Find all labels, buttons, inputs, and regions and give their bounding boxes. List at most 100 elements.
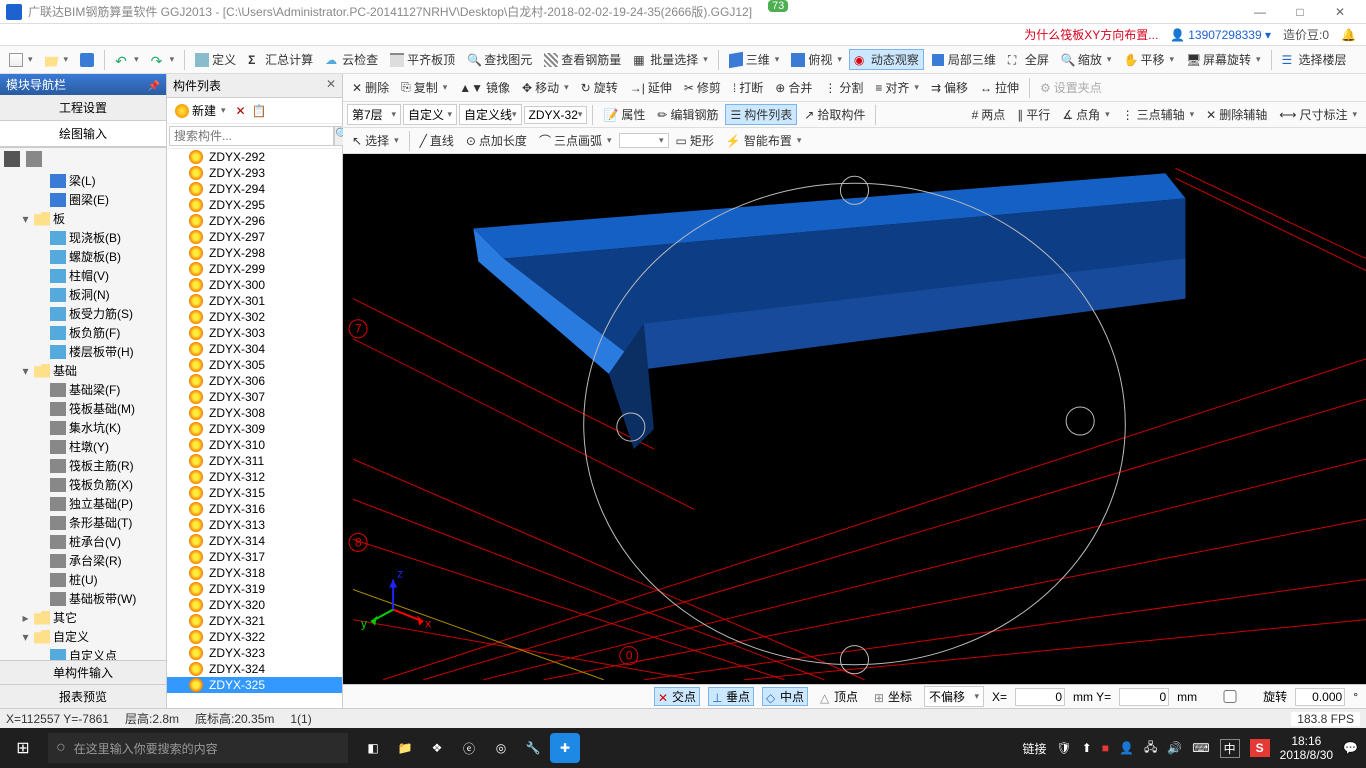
list-item[interactable]: ZDYX-323 bbox=[167, 645, 342, 661]
undo-button[interactable] bbox=[110, 51, 144, 69]
break-button[interactable]: ⁞ 打断 bbox=[728, 77, 768, 98]
angle-input[interactable] bbox=[1295, 688, 1345, 706]
list-item[interactable]: ZDYX-302 bbox=[167, 309, 342, 325]
fullscreen-button[interactable]: 全屏 bbox=[1003, 49, 1054, 70]
list-mode-icon[interactable] bbox=[26, 151, 42, 167]
tree-node[interactable]: 螺旋板(B) bbox=[2, 247, 164, 266]
list-item[interactable]: ZDYX-308 bbox=[167, 405, 342, 421]
list-item[interactable]: ZDYX-295 bbox=[167, 197, 342, 213]
select-tool-button[interactable]: ↖ 选择 bbox=[347, 130, 404, 151]
nav-tree[interactable]: 梁(L)圈梁(E)▾板现浇板(B)螺旋板(B)柱帽(V)板洞(N)板受力筋(S)… bbox=[0, 169, 166, 660]
snap-coord[interactable]: 坐标 bbox=[870, 687, 916, 706]
define-button[interactable]: 定义 bbox=[190, 49, 241, 70]
app-icon-3[interactable]: 🔧 bbox=[518, 733, 548, 763]
list-item[interactable]: ZDYX-320 bbox=[167, 597, 342, 613]
list-item[interactable]: ZDYX-307 bbox=[167, 389, 342, 405]
promo-link[interactable]: 为什么筏板XY方向布置... bbox=[1024, 26, 1158, 43]
type-select[interactable]: 自定义线 bbox=[459, 104, 522, 125]
app-icon-2[interactable]: ◎ bbox=[486, 733, 516, 763]
tree-node[interactable]: 筏板基础(M) bbox=[2, 399, 164, 418]
list-item[interactable]: ZDYX-312 bbox=[167, 469, 342, 485]
open-file-button[interactable] bbox=[40, 51, 74, 69]
list-item[interactable]: ZDYX-303 bbox=[167, 325, 342, 341]
clock[interactable]: 18:162018/8/30 bbox=[1280, 734, 1333, 763]
smart-layout-button[interactable]: ⚡ 智能布置 bbox=[721, 130, 807, 151]
minimize-button[interactable]: — bbox=[1240, 5, 1280, 19]
close-list-icon[interactable] bbox=[326, 77, 336, 94]
tree-node[interactable]: 板洞(N) bbox=[2, 285, 164, 304]
list-item[interactable]: ZDYX-309 bbox=[167, 421, 342, 437]
list-item[interactable]: ZDYX-314 bbox=[167, 533, 342, 549]
line-tool-button[interactable]: ╱ 直线 bbox=[415, 130, 459, 151]
list-item[interactable]: ZDYX-319 bbox=[167, 581, 342, 597]
list-item[interactable]: ZDYX-310 bbox=[167, 437, 342, 453]
parallel-button[interactable]: ∥ 平行 bbox=[1012, 104, 1055, 125]
tab-report-preview[interactable]: 报表预览 bbox=[0, 684, 166, 708]
list-item[interactable]: ZDYX-298 bbox=[167, 245, 342, 261]
snap-vertex[interactable]: 顶点 bbox=[816, 687, 862, 706]
list-item[interactable]: ZDYX-318 bbox=[167, 565, 342, 581]
tree-node[interactable]: 条形基础(T) bbox=[2, 513, 164, 532]
tree-node[interactable]: 板受力筋(S) bbox=[2, 304, 164, 323]
task-view-icon[interactable]: ◧ bbox=[358, 733, 388, 763]
copy-button[interactable]: ⎘ 复制 bbox=[396, 77, 452, 98]
tree-node[interactable]: 自定义点 bbox=[2, 646, 164, 660]
copy-member-button[interactable] bbox=[252, 104, 267, 118]
new-file-button[interactable] bbox=[4, 51, 38, 69]
ime-app-icon[interactable]: S bbox=[1250, 739, 1270, 757]
tree-node[interactable]: 桩承台(V) bbox=[2, 532, 164, 551]
tree-mode-icon[interactable] bbox=[4, 151, 20, 167]
pin-icon[interactable] bbox=[148, 78, 160, 92]
list-item[interactable]: ZDYX-297 bbox=[167, 229, 342, 245]
category-select[interactable]: 自定义 bbox=[403, 104, 457, 125]
dimension-button[interactable]: ⟷ 尺寸标注 bbox=[1274, 104, 1362, 125]
split-button[interactable]: ⋮ 分割 bbox=[819, 77, 868, 98]
list-item[interactable]: ZDYX-322 bbox=[167, 629, 342, 645]
new-member-button[interactable]: 新建 bbox=[171, 101, 230, 120]
member-list-button[interactable]: ☰ 构件列表 bbox=[725, 104, 797, 125]
list-item[interactable]: ZDYX-315 bbox=[167, 485, 342, 501]
tab-single-input[interactable]: 单构件输入 bbox=[0, 660, 166, 684]
action-center-icon[interactable]: 💬 bbox=[1343, 741, 1358, 755]
cloud-check-button[interactable]: 云检查 bbox=[320, 49, 383, 70]
rotate-checkbox[interactable] bbox=[1205, 690, 1255, 703]
search-input[interactable] bbox=[169, 126, 334, 146]
tree-node[interactable]: 独立基础(P) bbox=[2, 494, 164, 513]
list-item[interactable]: ZDYX-300 bbox=[167, 277, 342, 293]
screen-rotate-button[interactable]: 屏幕旋转 bbox=[1181, 49, 1266, 70]
move-button[interactable]: ✥ 移动 bbox=[517, 77, 574, 98]
offset-button[interactable]: ⇉ 偏移 bbox=[926, 77, 973, 98]
x-input[interactable] bbox=[1015, 688, 1065, 706]
notification-badge[interactable]: 73 bbox=[768, 0, 788, 12]
list-item[interactable]: ZDYX-296 bbox=[167, 213, 342, 229]
save-button[interactable] bbox=[75, 51, 99, 69]
tray-icon-1[interactable]: 🛡 bbox=[1056, 741, 1071, 755]
list-item[interactable]: ZDYX-293 bbox=[167, 165, 342, 181]
tray-link[interactable]: 链接 bbox=[1022, 740, 1046, 757]
coin-balance[interactable]: 造价豆:0 bbox=[1283, 26, 1329, 43]
tray-icon-2[interactable]: ⬆ bbox=[1082, 741, 1092, 755]
bell-icon[interactable] bbox=[1341, 28, 1356, 42]
delete-member-button[interactable] bbox=[232, 104, 250, 118]
point-length-button[interactable]: ⊙ 点加长度 bbox=[461, 130, 532, 151]
rotate-button[interactable]: ↻ 旋转 bbox=[576, 77, 623, 98]
list-item[interactable]: ZDYX-299 bbox=[167, 261, 342, 277]
point-angle-button[interactable]: ∡ 点角 bbox=[1057, 104, 1114, 125]
search-box[interactable]: 在这里输入你要搜索的内容 bbox=[48, 733, 348, 763]
member-select[interactable]: ZDYX-32 bbox=[524, 106, 588, 124]
maximize-button[interactable]: □ bbox=[1280, 5, 1320, 19]
pick-member-button[interactable]: ↗ 拾取构件 bbox=[799, 104, 870, 125]
close-button[interactable]: ✕ bbox=[1320, 5, 1360, 19]
list-item[interactable]: ZDYX-316 bbox=[167, 501, 342, 517]
tree-node[interactable]: ▸其它 bbox=[2, 608, 164, 627]
snap-midpoint[interactable]: 中点 bbox=[762, 687, 808, 706]
zoom-button[interactable]: 缩放 bbox=[1056, 49, 1117, 70]
snap-intersection[interactable]: 交点 bbox=[654, 687, 700, 706]
tree-node[interactable]: ▾自定义 bbox=[2, 627, 164, 646]
file-explorer-icon[interactable]: 📁 bbox=[390, 733, 420, 763]
list-item[interactable]: ZDYX-306 bbox=[167, 373, 342, 389]
tree-node[interactable]: 基础板带(W) bbox=[2, 589, 164, 608]
attributes-button[interactable]: 📝 属性 bbox=[598, 104, 650, 125]
list-item[interactable]: ZDYX-313 bbox=[167, 517, 342, 533]
grip-settings-button[interactable]: ⚙ 设置夹点 bbox=[1035, 77, 1107, 98]
